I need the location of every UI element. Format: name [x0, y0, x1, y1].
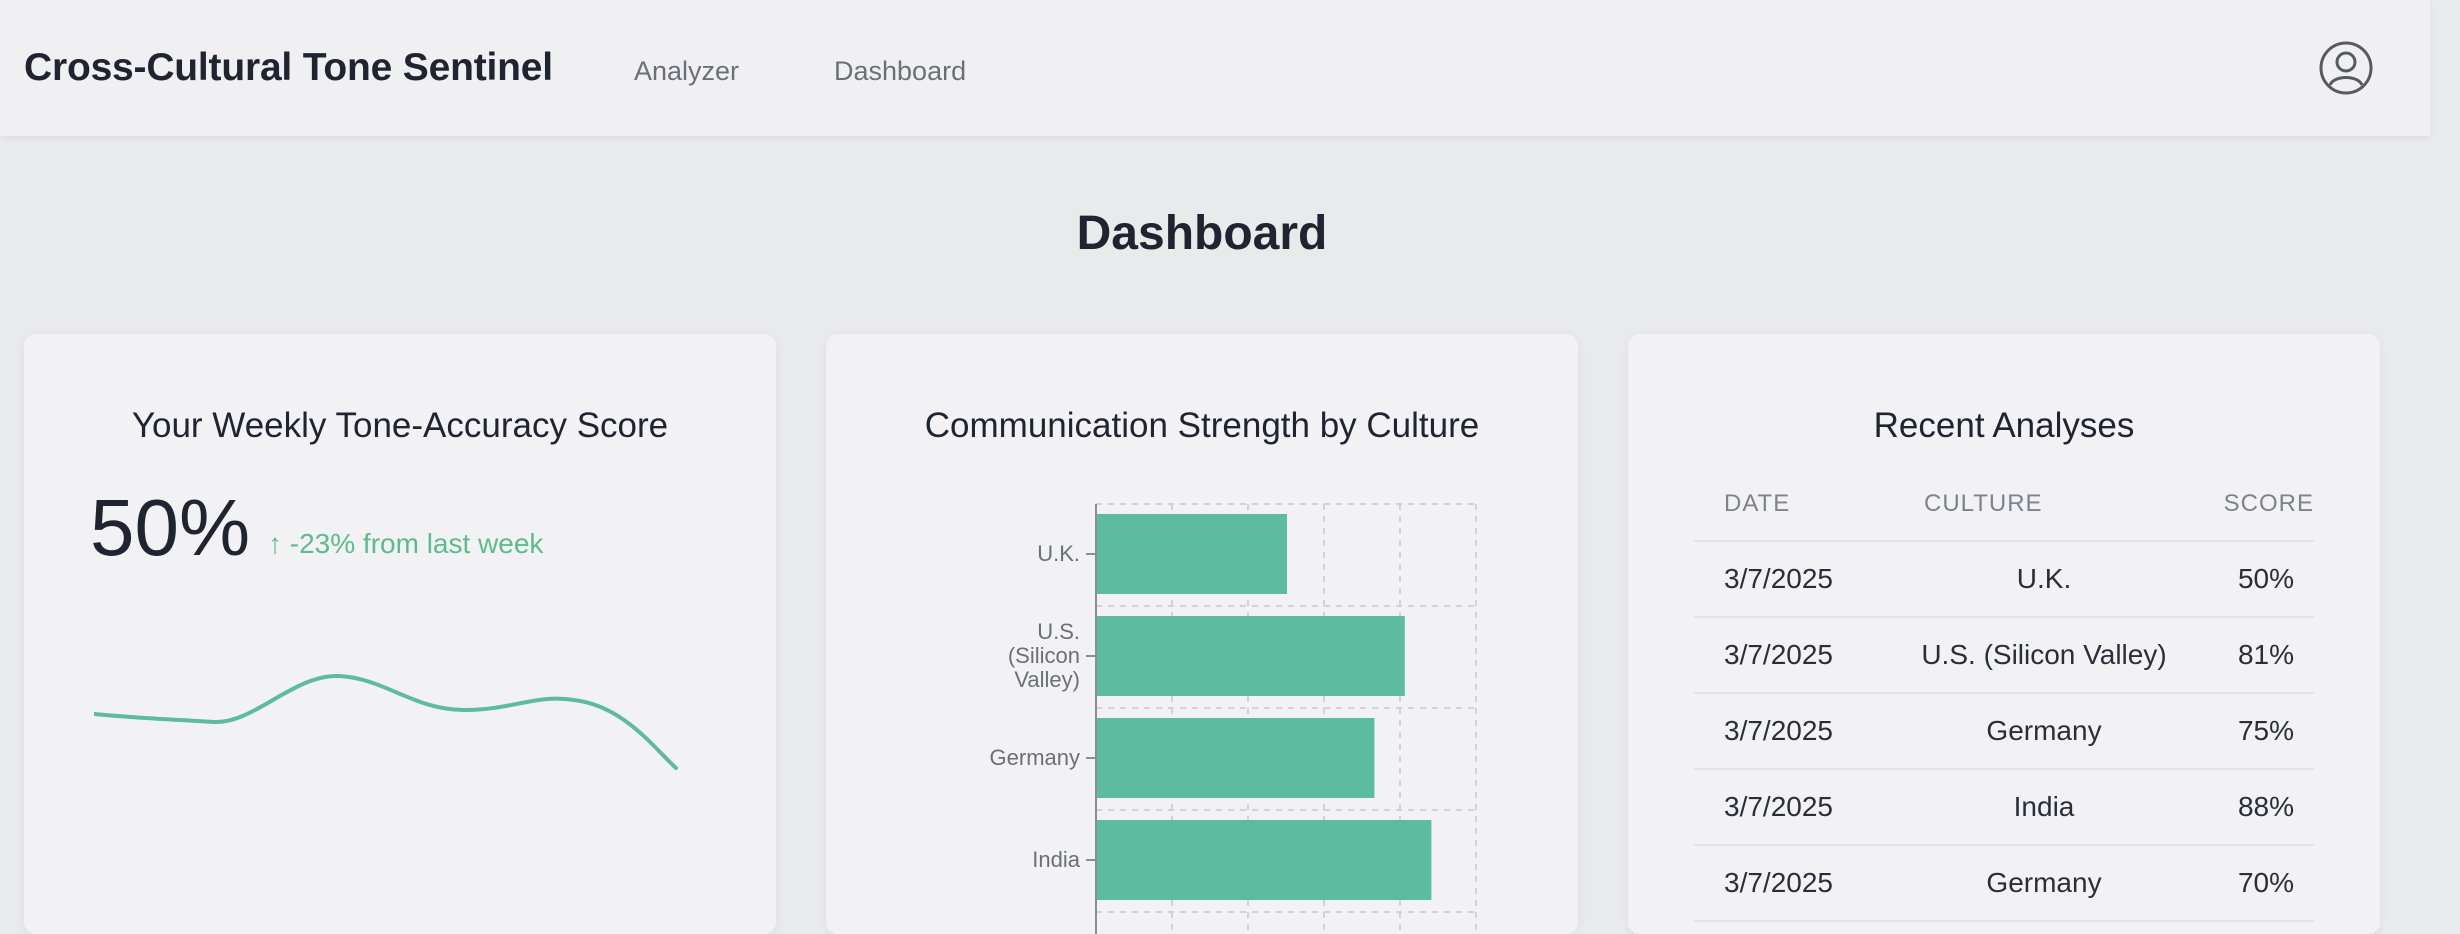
cell-score: 70% [2180, 845, 2314, 922]
score-change-indicator: ↑ -23% from last week [268, 528, 544, 559]
weekly-score-value: 50% [90, 483, 251, 572]
communication-strength-chart: U.K. U.S. (Silicon Valley) Germany India [990, 503, 1477, 934]
recent-analyses-title: Recent Analyses [1873, 406, 2135, 445]
table-row[interactable]: 3/7/2025 U.K. 50% [1694, 541, 2314, 618]
recent-analyses-table: DATE CULTURE SCORE 3/7/2025 U.K. 50% 3/7… [1694, 490, 2314, 922]
page-title: Dashboard [1076, 207, 1328, 260]
cell-culture: Germany [1908, 693, 2180, 770]
communication-strength-card: Communication Strength by Culture U.K. U.… [826, 334, 1578, 934]
cell-culture: U.K. [1908, 541, 2180, 618]
table-header-row: DATE CULTURE SCORE [1694, 490, 2314, 542]
communication-strength-title: Communication Strength by Culture [924, 406, 1480, 445]
top-navbar: Cross-Cultural Tone Sentinel Analyzer Da… [0, 0, 2430, 136]
cell-culture: U.S. (Silicon Valley) [1908, 617, 2180, 694]
cell-culture: Germany [1908, 845, 2180, 922]
cell-score: 88% [2180, 769, 2314, 846]
trend-line [94, 673, 678, 770]
weekly-score-card: Your Weekly Tone-Accuracy Score 50% ↑ -2… [24, 334, 776, 934]
column-header-score: SCORE [2180, 490, 2314, 542]
cell-score: 50% [2180, 541, 2314, 618]
cell-score: 81% [2180, 617, 2314, 694]
score-trend-sparkline [94, 673, 678, 770]
user-profile-icon[interactable] [2318, 40, 2374, 96]
cell-date: 3/7/2025 [1694, 693, 1908, 770]
recent-analyses-card: Recent Analyses DATE CULTURE SCORE 3/7/2… [1628, 334, 2380, 934]
chart-category-label: U.S. (Silicon Valley) [1008, 619, 1080, 692]
column-header-culture: CULTURE [1908, 490, 2180, 542]
cell-date: 3/7/2025 [1694, 541, 1908, 618]
table-row[interactable]: 3/7/2025 U.S. (Silicon Valley) 81% [1694, 617, 2314, 694]
column-header-date: DATE [1694, 490, 1908, 542]
cell-score: 75% [2180, 693, 2314, 770]
chart-bar [1097, 616, 1405, 696]
chart-bar [1097, 820, 1432, 900]
chart-bar [1097, 514, 1287, 594]
avatar-svg [2319, 41, 2373, 95]
cell-date: 3/7/2025 [1694, 769, 1908, 846]
chart-bar [1097, 718, 1375, 798]
cell-date: 3/7/2025 [1694, 845, 1908, 922]
chart-category-label: Germany [990, 745, 1080, 770]
table-row[interactable]: 3/7/2025 Germany 75% [1694, 693, 2314, 770]
nav-link-analyzer[interactable]: Analyzer [634, 56, 739, 87]
cell-date: 3/7/2025 [1694, 617, 1908, 694]
app-title: Cross-Cultural Tone Sentinel [24, 46, 553, 89]
nav-link-dashboard[interactable]: Dashboard [834, 56, 966, 87]
table-row[interactable]: 3/7/2025 India 88% [1694, 769, 2314, 846]
chart-category-label: India [1032, 847, 1080, 872]
weekly-score-title: Your Weekly Tone-Accuracy Score [131, 406, 669, 445]
table-row[interactable]: 3/7/2025 Germany 70% [1694, 845, 2314, 922]
chart-category-label: U.K. [1037, 541, 1080, 566]
cell-culture: India [1908, 769, 2180, 846]
